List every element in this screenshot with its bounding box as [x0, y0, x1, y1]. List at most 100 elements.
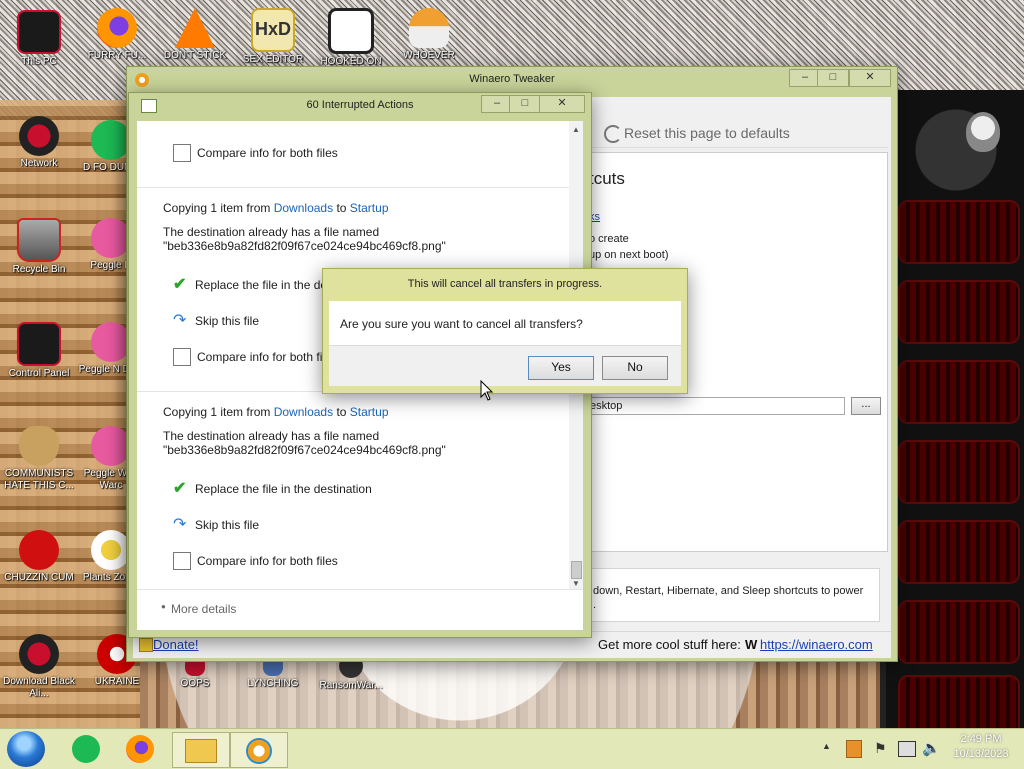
desktop-icon-network[interactable]: Network [0, 116, 78, 170]
winaero-link[interactable]: https://winaero.com [760, 637, 873, 652]
winaero-icon [246, 738, 272, 764]
maximize-button[interactable]: □ [817, 69, 849, 87]
taskbar-firefox[interactable] [114, 732, 166, 766]
tray-app-icon[interactable] [846, 740, 862, 758]
replace-option[interactable]: ✔ Replace the file in the destination [173, 479, 372, 499]
desktop-icon-this-pc[interactable]: This PC [0, 10, 78, 68]
taskbar-spotify[interactable] [60, 732, 112, 766]
dialog-question: Are you sure you want to cancel all tran… [340, 317, 583, 331]
firefox-icon [97, 8, 137, 48]
peggle-icon [91, 322, 131, 362]
copying-line: Copying 1 item from Downloads to Startup [163, 405, 389, 419]
flower-icon [91, 530, 131, 570]
scroll-up-arrow-icon[interactable]: ▲ [572, 125, 580, 134]
desktop-icon-whoever[interactable]: WHOEVER [390, 8, 468, 62]
donate-icon [139, 638, 153, 652]
desktop-icon-label: Recycle Bin [12, 264, 66, 275]
desktop-icon-label: CHUZZIN CUM [4, 572, 74, 583]
source-folder-link[interactable]: Downloads [274, 201, 333, 215]
donate-link[interactable]: Donate! [153, 637, 199, 652]
desktop-icon-label: Download Black Ali... [3, 676, 75, 699]
compare-option[interactable]: Compare info for both files [173, 347, 338, 367]
winaero-w-icon: W [745, 637, 758, 652]
peggle-icon [91, 426, 131, 466]
compare-icon [173, 347, 191, 366]
scroll-thumb[interactable] [571, 561, 582, 579]
option-label: Replace the file in the destination [195, 482, 372, 496]
skip-option[interactable]: ↷ Skip this file [173, 311, 259, 331]
source-folder-link[interactable]: Downloads [274, 405, 333, 419]
desktop-icon-label: FURRY FU... [87, 50, 147, 61]
description-box: down, Restart, Hibernate, and Sleep shor… [588, 568, 880, 622]
destination-folder-link[interactable]: Startup [350, 405, 389, 419]
desktop-icon-control-panel[interactable]: Control Panel [0, 322, 78, 380]
chevron-down-icon: ● [161, 602, 166, 611]
destination-text: The destination already has a file named [163, 225, 380, 239]
compare-option[interactable]: Compare info for both files [173, 143, 338, 163]
taskbar: ▲ ⚑ 🔈 2:49 PM 10/13/2023 [0, 728, 1024, 769]
desktop-icon-firefox[interactable]: FURRY FU... [78, 8, 156, 62]
footer-text: Get more cool stuff here: [598, 637, 741, 652]
control-panel-icon [17, 322, 61, 366]
desktop-icon-communists[interactable]: COMMUNISTS HATE THIS C... [0, 426, 78, 492]
taskbar-file-explorer[interactable] [172, 732, 230, 768]
desktop-icon-chuzzin[interactable]: CHUZZIN CUM [0, 530, 78, 584]
yes-button[interactable]: Yes [528, 356, 594, 380]
skip-option[interactable]: ↷ Skip this file [173, 515, 259, 535]
volume-icon[interactable]: 🔈 [922, 739, 941, 757]
filename-text: "beb336e8b9a82fd82f09f67ce024ce94bc469cf… [163, 239, 446, 253]
no-button[interactable]: No [602, 356, 668, 380]
mouse-cursor-icon [480, 380, 494, 401]
desktop-icon-label: COMMUNISTS HATE THIS C... [4, 468, 74, 491]
network-tray-icon[interactable] [898, 741, 916, 757]
maximize-button[interactable]: □ [509, 95, 541, 113]
check-icon: ✔ [173, 275, 187, 293]
recycle-bin-icon [17, 218, 61, 262]
reset-page-button[interactable]: Reset this page to defaults [624, 119, 790, 147]
desktop-gadget-panel [880, 90, 1024, 739]
desktop-icon-hxd[interactable]: HxD SEX EDITOR [234, 8, 312, 66]
path-input[interactable]: esktop [589, 397, 845, 415]
skip-arrow-icon: ↷ [173, 515, 187, 533]
close-button[interactable]: ✕ [849, 69, 891, 87]
desktop-icon-label: This PC [21, 56, 57, 67]
tray-clock[interactable]: 2:49 PM 10/13/2023 [946, 733, 1016, 760]
desktop-icon-hooked[interactable]: HOOKED ON [312, 8, 390, 68]
destination-folder-link[interactable]: Startup [350, 201, 389, 215]
taskbar-winaero[interactable] [230, 732, 288, 768]
show-hidden-icons-button[interactable]: ▲ [822, 741, 831, 751]
conflict-item: Compare info for both files [137, 121, 583, 188]
option-label: Skip this file [195, 314, 260, 328]
dialog-title: This will cancel all transfers in progre… [407, 278, 603, 290]
window-title: Winaero Tweaker [469, 73, 555, 85]
compare-option[interactable]: Compare info for both files [173, 551, 338, 571]
desktop-icon-label: LYNCHING [247, 678, 299, 689]
desktop-icon-label: SEX EDITOR [242, 54, 304, 65]
money-bag-icon [19, 426, 59, 466]
page-heading: tcuts [589, 169, 625, 188]
more-details-row[interactable]: ● More details [137, 589, 583, 630]
peggle-icon [91, 218, 131, 258]
desktop-icon-vlc[interactable]: DON'T STICK [156, 8, 234, 62]
desktop-icon-recycle-bin[interactable]: Recycle Bin [0, 218, 78, 276]
folder-icon [185, 739, 217, 763]
desktop-icon-label: UKRAINE [94, 676, 140, 687]
close-button[interactable]: ✕ [539, 95, 585, 113]
winaero-titlebar: Winaero Tweaker [127, 67, 897, 93]
start-button[interactable] [7, 731, 45, 767]
copying-text: Copying 1 item from [163, 405, 271, 419]
window-title: 60 Interrupted Actions [306, 99, 414, 111]
gadget-strip [898, 200, 1020, 264]
desktop-icon-download-black[interactable]: Download Black Ali... [0, 634, 78, 700]
flag-icon[interactable]: ⚑ [874, 740, 887, 757]
browse-button[interactable]: ... [851, 397, 881, 415]
option-label: Skip this file [195, 518, 260, 532]
scroll-down-arrow-icon[interactable]: ▼ [572, 579, 580, 588]
description-text: down, Restart, Hibernate, and Sleep shor… [593, 585, 864, 597]
copying-text: Copying 1 item from [163, 201, 271, 215]
desktop-icon-label: OOPS [180, 678, 210, 689]
option-label: Compare info for both files [197, 146, 338, 160]
gadget-strip [898, 600, 1020, 664]
alienware-icon [19, 634, 59, 674]
conflict-item: Copying 1 item from Downloads to Startup… [137, 391, 583, 589]
